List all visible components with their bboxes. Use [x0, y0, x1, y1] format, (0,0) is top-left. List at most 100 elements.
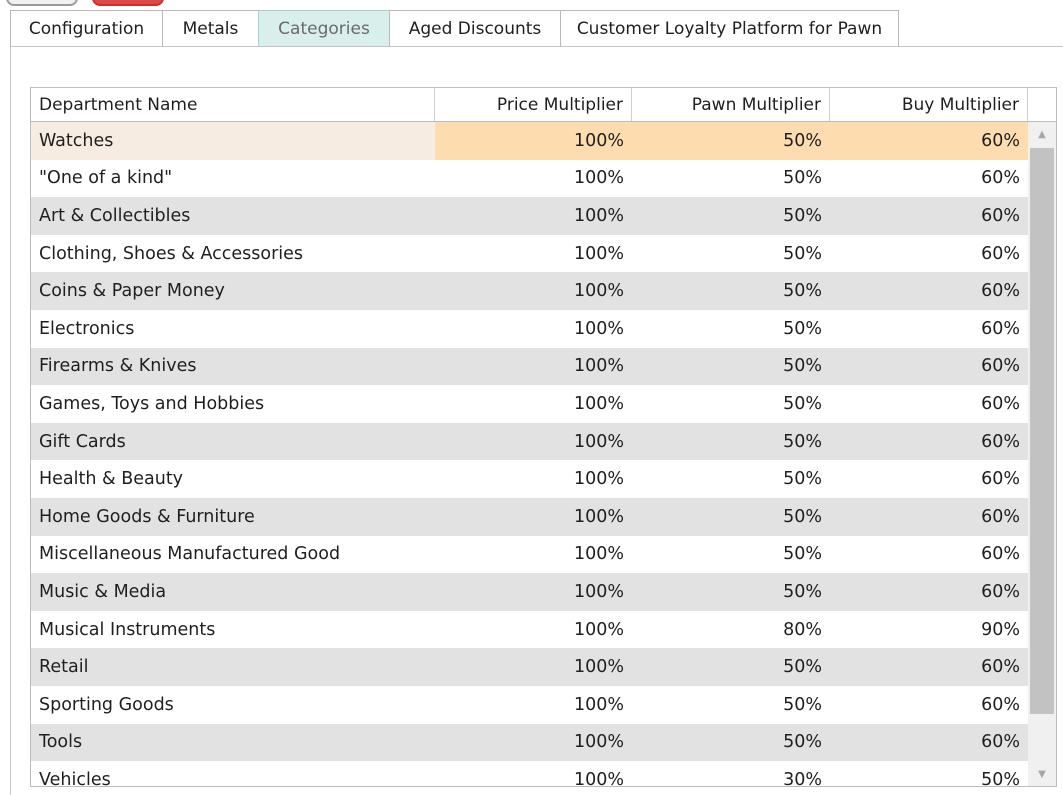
pawn-multiplier-cell[interactable]: 50%: [632, 160, 830, 198]
price-multiplier-cell[interactable]: 100%: [435, 761, 632, 786]
tab-configuration[interactable]: Configuration: [10, 10, 163, 46]
price-multiplier-cell[interactable]: 100%: [435, 611, 632, 649]
department-name-cell[interactable]: Electronics: [31, 310, 435, 348]
department-name-cell[interactable]: Vehicles: [31, 761, 435, 786]
pawn-multiplier-cell[interactable]: 50%: [632, 385, 830, 423]
department-name-cell[interactable]: Gift Cards: [31, 423, 435, 461]
price-multiplier-cell[interactable]: 100%: [435, 385, 632, 423]
table-row[interactable]: Sporting Goods 100% 50% 60%: [31, 686, 1028, 724]
price-multiplier-cell[interactable]: 100%: [435, 160, 632, 198]
buy-multiplier-cell[interactable]: 60%: [830, 460, 1028, 498]
pawn-multiplier-cell[interactable]: 50%: [632, 122, 830, 160]
buy-multiplier-cell[interactable]: 90%: [830, 611, 1028, 649]
price-multiplier-cell[interactable]: 100%: [435, 536, 632, 574]
price-multiplier-cell[interactable]: 100%: [435, 573, 632, 611]
table-row[interactable]: Musical Instruments 100% 80% 90%: [31, 611, 1028, 649]
pawn-multiplier-cell[interactable]: 50%: [632, 724, 830, 762]
table-row[interactable]: Home Goods & Furniture 100% 50% 60%: [31, 497, 1028, 536]
table-row[interactable]: Gift Cards 100% 50% 60%: [31, 422, 1028, 461]
department-name-cell[interactable]: Musical Instruments: [31, 611, 435, 649]
pawn-multiplier-cell[interactable]: 50%: [632, 648, 830, 686]
price-multiplier-cell[interactable]: 100%: [435, 235, 632, 273]
scroll-up-arrow-icon[interactable]: ▲: [1028, 122, 1056, 146]
price-multiplier-cell[interactable]: 100%: [435, 122, 632, 160]
department-name-cell[interactable]: Tools: [31, 724, 435, 762]
table-row[interactable]: Tools 100% 50% 60%: [31, 723, 1028, 762]
buy-multiplier-cell[interactable]: 60%: [830, 197, 1028, 235]
pawn-multiplier-cell[interactable]: 50%: [632, 686, 830, 724]
toolbar-button-partial[interactable]: [6, 0, 78, 6]
table-row[interactable]: Electronics 100% 50% 60%: [31, 310, 1028, 348]
price-multiplier-cell[interactable]: 100%: [435, 648, 632, 686]
price-multiplier-cell[interactable]: 100%: [435, 423, 632, 461]
department-name-cell[interactable]: Games, Toys and Hobbies: [31, 385, 435, 423]
buy-multiplier-cell[interactable]: 60%: [830, 160, 1028, 198]
buy-multiplier-cell[interactable]: 60%: [830, 310, 1028, 348]
table-row[interactable]: Watches 100% 50% 60%: [31, 122, 1028, 160]
tab-metals[interactable]: Metals: [162, 10, 259, 46]
price-multiplier-cell[interactable]: 100%: [435, 348, 632, 386]
price-multiplier-cell[interactable]: 100%: [435, 498, 632, 536]
pawn-multiplier-cell[interactable]: 30%: [632, 761, 830, 786]
column-header-pawn-multiplier[interactable]: Pawn Multiplier: [632, 88, 830, 121]
price-multiplier-cell[interactable]: 100%: [435, 686, 632, 724]
table-row[interactable]: Clothing, Shoes & Accessories 100% 50% 60%: [31, 235, 1028, 273]
department-name-cell[interactable]: Watches: [31, 122, 435, 160]
buy-multiplier-cell[interactable]: 60%: [830, 423, 1028, 461]
buy-multiplier-cell[interactable]: 60%: [830, 536, 1028, 574]
buy-multiplier-cell[interactable]: 60%: [830, 686, 1028, 724]
buy-multiplier-cell[interactable]: 60%: [830, 235, 1028, 273]
department-name-cell[interactable]: Health & Beauty: [31, 460, 435, 498]
table-row[interactable]: Health & Beauty 100% 50% 60%: [31, 460, 1028, 498]
table-row[interactable]: Miscellaneous Manufactured Good 100% 50% 60…: [31, 536, 1028, 574]
toolbar-delete-button-partial[interactable]: [92, 0, 164, 6]
tab-categories[interactable]: Categories: [258, 10, 390, 46]
department-name-cell[interactable]: Firearms & Knives: [31, 348, 435, 386]
column-header-buy-multiplier[interactable]: Buy Multiplier: [830, 88, 1028, 121]
pawn-multiplier-cell[interactable]: 80%: [632, 611, 830, 649]
pawn-multiplier-cell[interactable]: 50%: [632, 310, 830, 348]
pawn-multiplier-cell[interactable]: 50%: [632, 498, 830, 536]
buy-multiplier-cell[interactable]: 60%: [830, 385, 1028, 423]
department-name-cell[interactable]: Retail: [31, 648, 435, 686]
tab-customer-loyalty-platform[interactable]: Customer Loyalty Platform for Pawn: [560, 10, 899, 46]
buy-multiplier-cell[interactable]: 60%: [830, 348, 1028, 386]
buy-multiplier-cell[interactable]: 60%: [830, 272, 1028, 310]
buy-multiplier-cell[interactable]: 60%: [830, 648, 1028, 686]
table-row[interactable]: Vehicles 100% 30% 50%: [31, 761, 1028, 786]
buy-multiplier-cell[interactable]: 50%: [830, 761, 1028, 786]
department-name-cell[interactable]: Home Goods & Furniture: [31, 498, 435, 536]
department-name-cell[interactable]: Art & Collectibles: [31, 197, 435, 235]
price-multiplier-cell[interactable]: 100%: [435, 310, 632, 348]
buy-multiplier-cell[interactable]: 60%: [830, 498, 1028, 536]
column-header-department-name[interactable]: Department Name: [31, 88, 435, 121]
department-name-cell[interactable]: Sporting Goods: [31, 686, 435, 724]
pawn-multiplier-cell[interactable]: 50%: [632, 573, 830, 611]
price-multiplier-cell[interactable]: 100%: [435, 460, 632, 498]
table-row[interactable]: Firearms & Knives 100% 50% 60%: [31, 347, 1028, 386]
price-multiplier-cell[interactable]: 100%: [435, 272, 632, 310]
table-row[interactable]: Retail 100% 50% 60%: [31, 648, 1028, 686]
column-header-price-multiplier[interactable]: Price Multiplier: [435, 88, 632, 121]
department-name-cell[interactable]: Coins & Paper Money: [31, 272, 435, 310]
vertical-scrollbar[interactable]: ▲ ▼: [1028, 122, 1056, 786]
department-name-cell[interactable]: "One of a kind": [31, 160, 435, 198]
department-name-cell[interactable]: Clothing, Shoes & Accessories: [31, 235, 435, 273]
pawn-multiplier-cell[interactable]: 50%: [632, 348, 830, 386]
pawn-multiplier-cell[interactable]: 50%: [632, 197, 830, 235]
pawn-multiplier-cell[interactable]: 50%: [632, 423, 830, 461]
table-row[interactable]: Coins & Paper Money 100% 50% 60%: [31, 272, 1028, 310]
tab-aged-discounts[interactable]: Aged Discounts: [389, 10, 561, 46]
scroll-thumb[interactable]: [1030, 148, 1054, 714]
table-row[interactable]: Art & Collectibles 100% 50% 60%: [31, 197, 1028, 235]
buy-multiplier-cell[interactable]: 60%: [830, 724, 1028, 762]
table-row[interactable]: Games, Toys and Hobbies 100% 50% 60%: [31, 385, 1028, 423]
department-name-cell[interactable]: Music & Media: [31, 573, 435, 611]
table-row[interactable]: Music & Media 100% 50% 60%: [31, 573, 1028, 611]
pawn-multiplier-cell[interactable]: 50%: [632, 460, 830, 498]
price-multiplier-cell[interactable]: 100%: [435, 724, 632, 762]
pawn-multiplier-cell[interactable]: 50%: [632, 235, 830, 273]
pawn-multiplier-cell[interactable]: 50%: [632, 536, 830, 574]
scroll-down-arrow-icon[interactable]: ▼: [1028, 762, 1056, 786]
department-name-cell[interactable]: Miscellaneous Manufactured Good: [31, 536, 435, 574]
